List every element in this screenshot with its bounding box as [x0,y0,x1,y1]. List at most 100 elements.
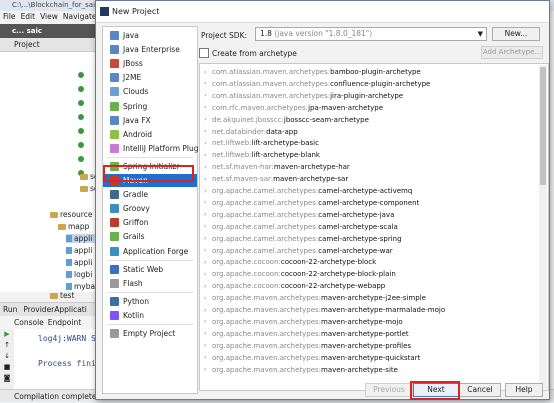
chevron-right-icon[interactable]: › [204,176,212,183]
generator-item-flash[interactable]: Flash [103,277,197,290]
chevron-right-icon[interactable]: › [204,295,212,302]
endpoints-tab[interactable]: Endpoint [48,316,81,329]
archetype-item[interactable]: › org.apache.maven.archetypes: maven-arche… [200,352,536,364]
archetype-item[interactable]: › net.sf.maven-sar: maven-archetype-sar [200,173,536,185]
new-sdk-button[interactable]: New... [492,27,540,41]
add-archetype-button[interactable]: Add Archetype... [481,46,543,59]
chevron-right-icon[interactable]: › [204,318,212,325]
generator-item-android[interactable]: Android [103,128,197,141]
chevron-right-icon[interactable]: › [204,330,212,337]
chevron-right-icon[interactable]: › [204,128,212,135]
create-from-archetype-checkbox[interactable]: Create from archetype [199,48,297,58]
previous-button[interactable]: Previous [365,383,413,397]
menu-file[interactable]: File [3,11,16,23]
menu-navigate[interactable]: Navigate [63,11,97,23]
archetype-item[interactable]: › org.apache.maven.archetypes: maven-arche… [200,328,536,340]
chevron-right-icon[interactable]: › [204,283,212,290]
generator-item-spring[interactable]: Spring [103,100,197,113]
tree-item[interactable]: resource [50,210,92,219]
stop-icon[interactable]: ■ [0,362,14,373]
generator-item-clouds[interactable]: Clouds [103,85,197,98]
chevron-right-icon[interactable]: › [204,271,212,278]
archetype-item[interactable]: › net.databinder: data-app [200,126,536,138]
generator-item-python[interactable]: Python [103,295,197,308]
archetype-item[interactable]: › org.apache.cocoon: cocoon-22-archetype-b… [200,256,536,268]
run-tab[interactable]: Run [3,303,17,316]
archetype-item[interactable]: › org.apache.camel.archetypes: camel-arche… [200,197,536,209]
project-tool-tab[interactable]: Project [0,38,100,52]
generator-item-java-fx[interactable]: Java FX [103,114,197,127]
menu-view[interactable]: View [40,11,58,23]
run-icon[interactable]: ▶ [0,329,14,340]
archetype-item[interactable]: › org.apache.camel.archetypes: camel-arche… [200,245,536,257]
menu-edit[interactable]: Edit [21,11,36,23]
archetype-item[interactable]: › com.atlassian.maven.archetypes: bamboo-p… [200,66,536,78]
chevron-right-icon[interactable]: › [204,211,212,218]
chevron-right-icon[interactable]: › [204,140,212,147]
chevron-right-icon[interactable]: › [204,116,212,123]
archetype-item[interactable]: › net.liftweb: lift-archetype-basic [200,137,536,149]
archetype-item[interactable]: › org.apache.maven.archetypes: maven-arche… [200,364,536,376]
chevron-right-icon[interactable]: › [204,104,212,111]
breadcrumb[interactable]: c... saic [0,24,100,38]
archetype-item[interactable]: › org.apache.camel.archetypes: camel-arche… [200,185,536,197]
generator-item-empty-project[interactable]: Empty Project [103,327,197,340]
help-button[interactable]: Help [505,383,543,397]
generator-item-kotlin[interactable]: Kotlin [103,309,197,322]
chevron-right-icon[interactable]: › [204,223,212,230]
chevron-right-icon[interactable]: › [204,80,212,87]
generator-item-jboss[interactable]: JBoss [103,57,197,70]
tree-item[interactable]: myba [66,282,95,291]
archetype-item[interactable]: › org.apache.maven.archetypes: maven-arche… [200,340,536,352]
tree-item[interactable]: logbi [66,270,92,279]
generator-list[interactable]: Java Java Enterprise JBoss J2ME Clouds Spring… [102,26,205,394]
tree-item[interactable]: appli [66,258,92,267]
chevron-right-icon[interactable]: › [204,188,212,195]
archetype-item[interactable]: › org.apache.maven.archetypes: maven-arche… [200,304,536,316]
chevron-right-icon[interactable]: › [204,307,212,314]
scrollbar[interactable] [539,65,547,389]
generator-item-intellij-platform-plugin[interactable]: IntelliJ Platform Plugin [103,142,205,155]
archetype-item[interactable]: › org.apache.maven.archetypes: maven-arche… [200,316,536,328]
chevron-right-icon[interactable]: › [204,235,212,242]
archetype-item[interactable]: › com.atlassian.maven.archetypes: confluen… [200,78,536,90]
archetype-item[interactable]: › net.sf.maven-har: maven-archetype-har [200,161,536,173]
generator-item-grails[interactable]: Grails [103,230,197,243]
archetype-item[interactable]: › com.atlassian.maven.archetypes: jira-plu… [200,90,536,102]
tree-item-test[interactable]: test [50,291,74,300]
archetype-item[interactable]: › net.liftweb: lift-archetype-blank [200,149,536,161]
generator-item-static-web[interactable]: Static Web [103,263,197,276]
archetype-item[interactable]: › org.apache.cocoon: cocoon-22-archetype-w… [200,280,536,292]
project-tree[interactable]: sc se resource mapp appli appli appli lo… [0,52,100,292]
tree-item[interactable]: mapp [58,222,89,231]
generator-item-gradle[interactable]: Gradle [103,188,197,201]
generator-item-java-enterprise[interactable]: Java Enterprise [103,43,197,56]
chevron-right-icon[interactable]: › [204,366,212,373]
cancel-button[interactable]: Cancel [459,383,501,397]
generator-item-groovy[interactable]: Groovy [103,202,197,215]
archetype-item[interactable]: › de.akquinet.jbosscc: jbosscc-seam-archet… [200,114,536,126]
generator-item-java[interactable]: Java [103,29,197,42]
down-icon[interactable]: ↓ [0,351,14,362]
generator-item-griffon[interactable]: Griffon [103,216,197,229]
run-config-tab[interactable]: ProviderApplicati [23,303,86,316]
chevron-right-icon[interactable]: › [204,164,212,171]
archetype-item[interactable]: › org.apache.camel.archetypes: camel-arche… [200,233,536,245]
chevron-right-icon[interactable]: › [204,152,212,159]
chevron-right-icon[interactable]: › [204,247,212,254]
chevron-right-icon[interactable]: › [204,69,212,76]
sdk-dropdown[interactable]: 1.8 (java version "1.8.0_181") ▼ [255,27,487,41]
camera-icon[interactable]: ◙ [0,373,14,384]
chevron-right-icon[interactable]: › [204,354,212,361]
console-tab[interactable]: Console [14,316,44,329]
chevron-right-icon[interactable]: › [204,92,212,99]
chevron-right-icon[interactable]: › [204,199,212,206]
archetype-item[interactable]: › org.apache.cocoon: cocoon-22-archetype-b… [200,268,536,280]
archetype-list[interactable]: › com.atlassian.maven.archetypes: bamboo-p… [199,63,549,391]
generator-item-application-forge[interactable]: Application Forge [103,245,197,258]
console-output[interactable]: log4j:WARN S Process fini [14,329,100,389]
archetype-item[interactable]: › org.apache.maven.archetypes: maven-arche… [200,292,536,304]
generator-item-j2me[interactable]: J2ME [103,71,197,84]
up-icon[interactable]: ↑ [0,340,14,351]
tree-item[interactable]: appli [66,246,92,255]
